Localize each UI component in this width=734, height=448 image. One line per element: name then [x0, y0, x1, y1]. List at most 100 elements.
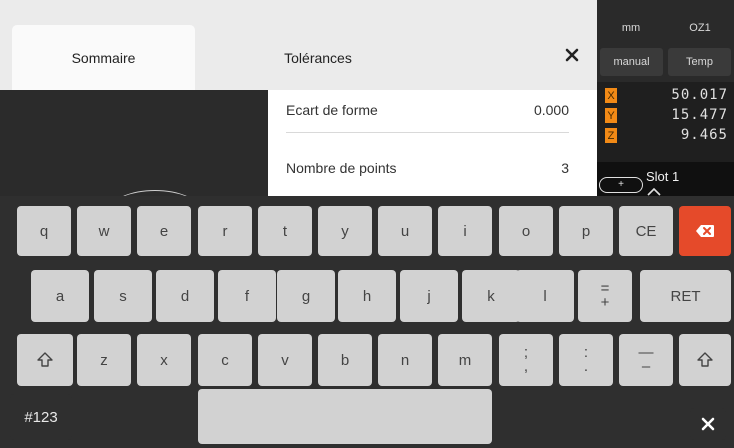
key-label: y [341, 222, 349, 240]
key-e[interactable]: e [137, 206, 191, 256]
key-label: m [458, 351, 472, 369]
key-label: f [244, 287, 250, 305]
key-n[interactable]: n [378, 334, 432, 386]
key-label: r [222, 222, 228, 240]
axis-tag[interactable]: X [605, 88, 617, 103]
axis-tag[interactable]: Z [605, 128, 617, 143]
key-dash[interactable]: — – [619, 334, 673, 386]
top-bar: Sommaire Tolérances [0, 0, 597, 90]
key-f[interactable]: f [218, 270, 276, 322]
key-l[interactable]: l [516, 270, 574, 322]
tab-tolerances[interactable]: Tolérances [228, 25, 408, 90]
key-s[interactable]: s [94, 270, 152, 322]
key-colon-period[interactable]: : . [559, 334, 613, 386]
preset-label: OZ1 [689, 22, 711, 34]
axis-value: 50.017 [671, 87, 728, 103]
key-dual-label: ; , [523, 345, 529, 375]
mode-button[interactable]: manual [600, 48, 663, 76]
key-d[interactable]: d [156, 270, 214, 322]
key-h[interactable]: h [338, 270, 396, 322]
key-ce[interactable]: CE [619, 206, 673, 256]
key-dual-label: = + [601, 281, 610, 310]
close-icon [701, 417, 715, 431]
key-label: q [39, 222, 49, 240]
slot-label[interactable]: Slot 1 [646, 169, 679, 184]
key-p[interactable]: p [559, 206, 613, 256]
return-key[interactable]: RET [640, 270, 731, 322]
list-item-label: Ecart de forme [286, 102, 378, 118]
backspace-key[interactable] [679, 206, 731, 256]
workspace-preview [0, 90, 268, 196]
list-item[interactable]: Nombre de points 3 [286, 148, 569, 188]
key-bottom-label: – [641, 358, 651, 375]
key-label: l [543, 287, 547, 305]
key-label: a [55, 287, 65, 305]
keyboard-close-button[interactable] [690, 408, 726, 440]
key-g[interactable]: g [277, 270, 335, 322]
unit-button[interactable]: mm [597, 14, 665, 42]
key-label: j [427, 287, 431, 305]
key-t[interactable]: t [258, 206, 312, 256]
axis-row-z: Z 9.465 [597, 126, 734, 146]
key-y[interactable]: y [318, 206, 372, 256]
key-bottom-label: . [583, 358, 589, 375]
axis-tag[interactable]: Y [605, 108, 617, 123]
key-label: u [400, 222, 410, 240]
key-equals-plus[interactable]: = + [578, 270, 632, 322]
key-a[interactable]: a [31, 270, 89, 322]
key-j[interactable]: j [400, 270, 458, 322]
key-semicolon-comma[interactable]: ; , [499, 334, 553, 386]
key-k[interactable]: k [462, 270, 520, 322]
axis-row-y: Y 15.477 [597, 106, 734, 126]
shift-icon [697, 352, 713, 367]
key-label: v [281, 351, 289, 369]
temp-button[interactable]: Temp [668, 48, 731, 76]
key-label: w [98, 222, 110, 240]
key-bottom-label: , [523, 358, 529, 375]
key-u[interactable]: u [378, 206, 432, 256]
close-button[interactable] [555, 40, 589, 70]
numeric-switch-key[interactable]: #123 [10, 394, 72, 440]
key-label: o [521, 222, 531, 240]
axis-value: 9.465 [680, 127, 728, 143]
key-label: k [487, 287, 495, 305]
preset-button[interactable]: OZ1 [666, 14, 734, 42]
add-icon: + [618, 179, 624, 190]
key-label: n [400, 351, 410, 369]
key-label: p [581, 222, 591, 240]
mode-label: manual [613, 56, 650, 68]
key-w[interactable]: w [77, 206, 131, 256]
key-i[interactable]: i [438, 206, 492, 256]
tab-sommaire-label: Sommaire [71, 49, 136, 66]
backspace-icon [696, 225, 714, 237]
key-label: t [282, 222, 288, 240]
key-m[interactable]: m [438, 334, 492, 386]
key-c[interactable]: c [198, 334, 252, 386]
key-q[interactable]: q [17, 206, 71, 256]
space-key[interactable] [198, 389, 492, 444]
chevron-up-icon[interactable] [647, 187, 661, 196]
key-o[interactable]: o [499, 206, 553, 256]
key-b[interactable]: b [318, 334, 372, 386]
key-dual-label: — – [639, 345, 654, 375]
key-r[interactable]: r [198, 206, 252, 256]
list-item-value: 3 [561, 160, 569, 176]
key-label: z [100, 351, 108, 369]
list-item[interactable]: Ecart de forme 0.000 [286, 90, 569, 130]
key-x[interactable]: x [137, 334, 191, 386]
shift-key-left[interactable] [17, 334, 73, 386]
key-z[interactable]: z [77, 334, 131, 386]
key-label: x [160, 351, 168, 369]
add-button[interactable]: + [599, 177, 643, 193]
key-label: d [180, 287, 190, 305]
divider [286, 132, 569, 133]
key-dual-label: : . [583, 345, 589, 375]
tab-sommaire[interactable]: Sommaire [12, 25, 195, 90]
key-label: CE [635, 222, 657, 240]
key-label: #123 [24, 408, 58, 426]
key-v[interactable]: v [258, 334, 312, 386]
dro-header: mm OZ1 manual Temp [597, 0, 734, 82]
shift-key-right[interactable] [679, 334, 731, 386]
on-screen-keyboard: q w e r t y u i o p CE a s d f g h j k l… [0, 196, 734, 448]
parameter-list: Ecart de forme 0.000 Nombre de points 3 [268, 90, 597, 196]
